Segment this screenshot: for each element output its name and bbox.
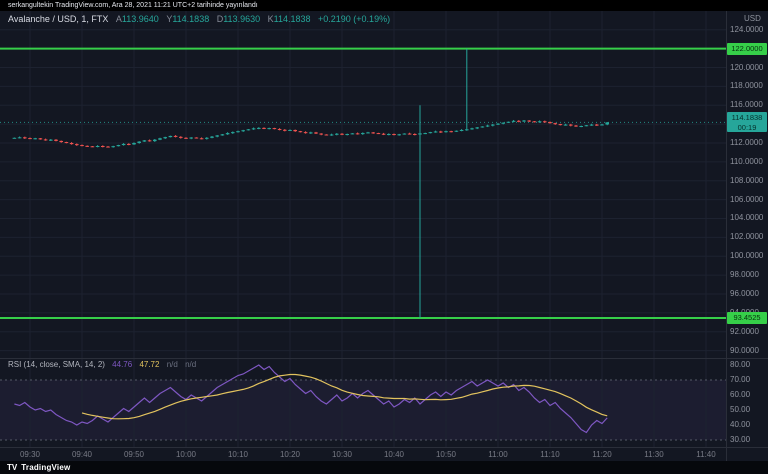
high-value: 114.1838 <box>172 14 209 24</box>
price-tick-label: 116.0000 <box>730 101 768 109</box>
change-value: +0.2190 (+0.19%) <box>318 14 390 24</box>
price-tick-label: 110.0000 <box>730 158 768 166</box>
price-tick-label: 92.0000 <box>730 328 768 336</box>
time-tick-label: 10:30 <box>327 450 357 459</box>
low-value: 113.9630 <box>223 14 260 24</box>
price-tick-label: 108.0000 <box>730 177 768 185</box>
time-tick-label: 11:40 <box>691 450 721 459</box>
tradingview-brand[interactable]: TradingView <box>21 463 70 472</box>
bar-countdown: 00:19 <box>727 123 767 133</box>
last-price-value: 114.1838 <box>727 113 767 123</box>
rsi-tick-label: 30.00 <box>730 436 768 444</box>
close-value: 114.1838 <box>274 14 311 24</box>
time-tick-label: 11:30 <box>639 450 669 459</box>
price-tick-label: 102.0000 <box>730 233 768 241</box>
rsi-tick-label: 50.00 <box>730 406 768 414</box>
rsi-title[interactable]: RSI (14, close, SMA, 14, 2) <box>8 360 105 369</box>
price-tick-label: 106.0000 <box>730 196 768 204</box>
rsi-legend[interactable]: RSI (14, close, SMA, 14, 2) 44.76 47.72 … <box>8 360 196 369</box>
rsi-tick-label: 60.00 <box>730 391 768 399</box>
horizontal-price-lines[interactable] <box>0 49 726 318</box>
time-tick-label: 10:00 <box>171 450 201 459</box>
open-value: 113.9640 <box>122 14 159 24</box>
time-tick-label: 10:10 <box>223 450 253 459</box>
time-tick-label: 11:00 <box>483 450 513 459</box>
rsi-tick-label: 40.00 <box>730 421 768 429</box>
footer-bar: TV TradingView <box>0 461 768 474</box>
price-tick-label: 124.0000 <box>730 26 768 34</box>
price-tick-label: 98.0000 <box>730 271 768 279</box>
symbol-title[interactable]: Avalanche / USD, 1, FTX <box>8 14 108 24</box>
upper-line-price-badge: 122.0000 <box>727 43 767 55</box>
time-tick-label: 11:20 <box>587 450 617 459</box>
tradingview-snapshot: serkangultekin TradingView.com, Ara 28, … <box>0 0 768 474</box>
time-tick-label: 09:40 <box>67 450 97 459</box>
symbol-legend[interactable]: Avalanche / USD, 1, FTX A113.9640 Y114.1… <box>8 14 390 24</box>
time-tick-label: 09:50 <box>119 450 149 459</box>
price-tick-label: 90.0000 <box>730 347 768 355</box>
lower-line-price-badge: 93.4525 <box>727 312 767 324</box>
time-tick-label: 11:10 <box>535 450 565 459</box>
time-tick-label: 09:30 <box>15 450 45 459</box>
price-tick-label: 96.0000 <box>730 290 768 298</box>
time-tick-label: 10:40 <box>379 450 409 459</box>
rsi-tick-label: 70.00 <box>730 376 768 384</box>
rsi-current-value: 44.76 <box>112 360 132 369</box>
rsi-extra-value-1: n/d <box>167 360 178 369</box>
price-tick-label: 118.0000 <box>730 82 768 90</box>
tradingview-logo-icon[interactable]: TV <box>7 461 17 474</box>
candles-group <box>13 49 609 318</box>
time-tick-label: 10:50 <box>431 450 461 459</box>
rsi-band <box>0 380 726 440</box>
price-tick-label: 104.0000 <box>730 214 768 222</box>
rsi-ma-value: 47.72 <box>139 360 159 369</box>
price-tick-label: 112.0000 <box>730 139 768 147</box>
chart-canvas[interactable] <box>0 0 768 474</box>
price-tick-label: 120.0000 <box>730 64 768 72</box>
rsi-tick-label: 80.00 <box>730 361 768 369</box>
last-price-badge: 114.1838 00:19 <box>727 112 767 132</box>
rsi-extra-value-2: n/d <box>185 360 196 369</box>
price-tick-label: 100.0000 <box>730 252 768 260</box>
currency-label[interactable]: USD <box>744 14 761 23</box>
time-tick-label: 10:20 <box>275 450 305 459</box>
